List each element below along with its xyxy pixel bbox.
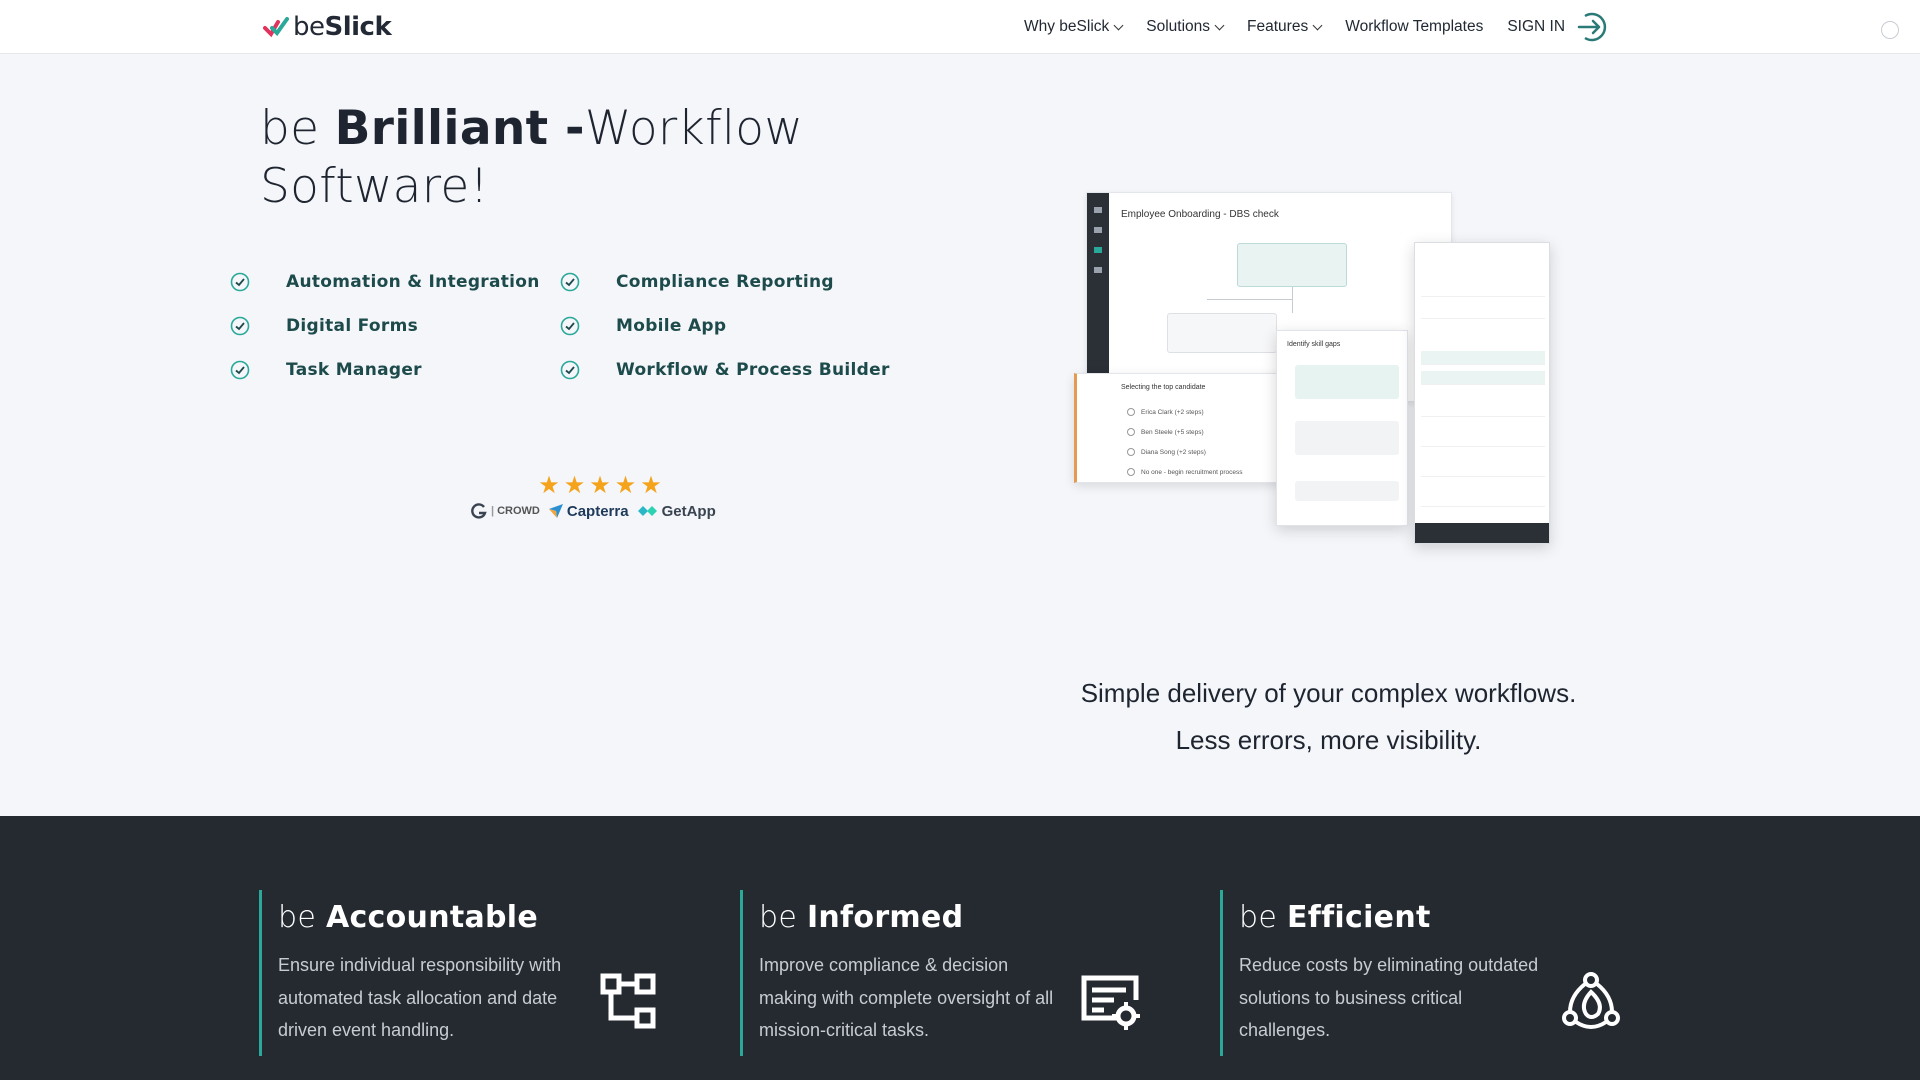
mockup-message-input (1295, 481, 1399, 501)
workflow-tree-icon (600, 973, 656, 1029)
top-nav: beSlick Why beSlick Solutions Features W… (0, 0, 1920, 54)
mockup-connector (1207, 299, 1293, 300)
mockup-flow-node (1167, 313, 1277, 353)
feature-label: Task Manager (286, 360, 422, 380)
check-circle-icon (230, 272, 250, 292)
card-text: Improve compliance & decision making wit… (759, 955, 1054, 1040)
feature-label: Compliance Reporting (616, 272, 834, 292)
mockup-message (1295, 421, 1399, 455)
mockup-row (1421, 371, 1545, 385)
feature-label: Digital Forms (286, 316, 418, 336)
mockup-chat-panel: Identify skill gaps (1276, 330, 1408, 526)
recycle-network-icon (1562, 972, 1620, 1029)
feature-label: Mobile App (616, 316, 727, 336)
tagline-line-1: Simple delivery of your complex workflow… (1080, 678, 1577, 708)
mockup-row (1421, 283, 1545, 297)
benefit-card-efficient: be Efficient Reduce costs by eliminating… (1220, 890, 1680, 1056)
nav-workflow-templates[interactable]: Workflow Templates (1345, 18, 1483, 36)
feature-list: Automation & Integration Compliance Repo… (230, 268, 890, 384)
nav-link-label: Solutions (1146, 18, 1211, 35)
sign-in-label: SIGN IN (1507, 18, 1566, 35)
mockup-window-title: Employee Onboarding - DBS check (1121, 209, 1279, 220)
getapp-chevrons-icon (637, 506, 657, 516)
logo-text: beSlick (293, 12, 392, 42)
card-text: Reduce costs by eliminating outdated sol… (1239, 955, 1539, 1040)
feature-label: Automation & Integration (286, 272, 540, 292)
g2-crowd-logo: | CROWD (470, 502, 540, 520)
nav-link-label: Features (1247, 18, 1309, 35)
star-icon: ★ (640, 472, 662, 499)
mockup-chat-header: Identify skill gaps (1287, 341, 1341, 348)
hero-title: be Brilliant -Workflow Software! (260, 101, 804, 214)
mockup-option: Erica Clark (+2 steps) (1127, 408, 1204, 416)
benefit-card-accountable: be Accountable Ensure individual respons… (259, 890, 719, 1056)
sign-in-button[interactable]: SIGN IN (1507, 9, 1611, 45)
mockup-mobile-app (1414, 242, 1550, 544)
mockup-connector (1292, 287, 1293, 313)
star-icon: ★ (538, 472, 560, 499)
tagline-line-2: Less errors, more visibility. (1175, 725, 1482, 755)
feature-item[interactable]: Compliance Reporting (560, 268, 890, 296)
feature-item[interactable]: Mobile App (560, 312, 890, 340)
check-circle-icon (560, 316, 580, 336)
card-title: be Informed (759, 900, 964, 935)
star-icon: ★ (614, 472, 637, 499)
feature-item[interactable]: Task Manager (230, 356, 560, 384)
feature-item[interactable]: Digital Forms (230, 312, 560, 340)
star-rating: ★ ★ ★ ★ ★ (490, 474, 710, 498)
card-title: be Accountable (278, 900, 539, 935)
mockup-list-header: Selecting the top candidate (1121, 384, 1206, 391)
mockup-option: Diana Song (+2 steps) (1127, 448, 1206, 456)
check-circle-icon (560, 360, 580, 380)
benefit-card-informed: be Informed Improve compliance & decisio… (740, 890, 1200, 1056)
report-settings-icon (1081, 975, 1140, 1030)
review-site-logos: | CROWD Capterra GetApp (470, 502, 716, 520)
chevron-down-icon (1214, 20, 1225, 30)
mockup-row (1421, 351, 1545, 365)
g2-icon (471, 503, 487, 519)
nav-links: Why beSlick Solutions Features Workflow … (1024, 0, 1611, 54)
mockup-row (1421, 463, 1545, 477)
mockup-row (1421, 403, 1545, 417)
star-icon: ★ (563, 472, 586, 499)
mockup-row (1421, 493, 1545, 507)
chevron-down-icon (1113, 20, 1124, 30)
nav-solutions[interactable]: Solutions (1146, 18, 1225, 36)
loading-indicator (1881, 21, 1899, 39)
tagline: Simple delivery of your complex workflow… (1000, 670, 1657, 764)
mockup-flow-node (1237, 243, 1347, 287)
beslick-logo[interactable]: beSlick (263, 12, 392, 42)
mockup-row (1421, 305, 1545, 319)
feature-item[interactable]: Workflow & Process Builder (560, 356, 890, 384)
getapp-logo: GetApp (637, 503, 716, 520)
feature-label: Workflow & Process Builder (616, 360, 890, 380)
star-icon: ★ (589, 472, 611, 499)
mockup-sidebar (1087, 193, 1109, 401)
mockup-tabbar (1415, 523, 1549, 543)
capterra-logo: Capterra (548, 503, 629, 520)
nav-link-label: Why beSlick (1024, 18, 1110, 35)
card-text: Ensure individual responsibility with au… (278, 955, 562, 1040)
card-title: be Efficient (1239, 900, 1431, 935)
nav-link-label: Workflow Templates (1345, 18, 1484, 35)
logo-check-icon (263, 17, 289, 38)
check-circle-icon (560, 272, 580, 292)
mockup-option: No one - begin recruitment process (1127, 468, 1243, 476)
mockup-row (1421, 433, 1545, 447)
review-ratings[interactable]: ★ ★ ★ ★ ★ | CROWD Capterra GetApp (470, 474, 716, 520)
nav-features[interactable]: Features (1247, 18, 1323, 36)
sign-in-icon (1577, 12, 1607, 42)
check-circle-icon (230, 360, 250, 380)
nav-why-beslick[interactable]: Why beSlick (1024, 18, 1124, 36)
app-screenshot-mockup: Employee Onboarding - DBS check Selectin… (1070, 190, 1550, 550)
check-circle-icon (230, 316, 250, 336)
mockup-decision-panel: Selecting the top candidate Erica Clark … (1074, 373, 1284, 483)
capterra-arrow-icon (548, 504, 563, 518)
mockup-message (1295, 365, 1399, 399)
mockup-option: Ben Steele (+5 steps) (1127, 428, 1204, 436)
chevron-down-icon (1312, 20, 1323, 30)
feature-item[interactable]: Automation & Integration (230, 268, 560, 296)
